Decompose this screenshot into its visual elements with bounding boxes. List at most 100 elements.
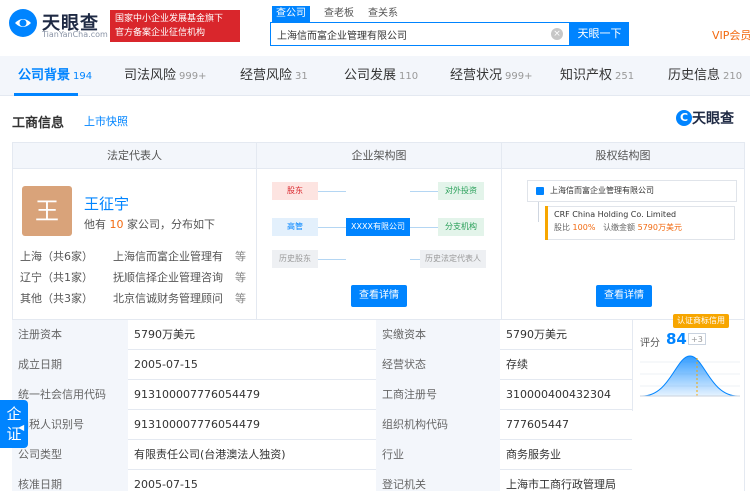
nav-tab-company-development[interactable]: 公司发展 110: [344, 56, 418, 96]
section-title: 工商信息: [12, 116, 65, 131]
score-distribution-chart: [640, 355, 740, 397]
org-connector: [318, 191, 346, 192]
org-node-branch: 分支机构: [438, 218, 484, 236]
chevron-left-icon: ◀: [18, 423, 25, 432]
legal-rep-region-row[interactable]: 上海（共6家） 上海信而富企业管理有 等: [20, 248, 246, 263]
nav-tab-label: 经营状况: [450, 68, 503, 83]
nav-tab-count: 999+: [179, 71, 207, 82]
logo-domain: TianYanCha.com: [42, 30, 108, 39]
org-connector: [410, 191, 438, 192]
vip-link[interactable]: VIP会员: [712, 27, 750, 43]
equity-shareholder-card[interactable]: CRF China Holding Co. Limited 股比 100% 认缴…: [545, 206, 735, 240]
search-button[interactable]: 天眼一下: [570, 22, 629, 46]
nav-tab-business-status[interactable]: 经营状况 999+: [450, 56, 532, 96]
field-value: 310000400432304: [506, 388, 611, 401]
legal-rep-summary-prefix: 他有: [84, 218, 106, 231]
field-value: 2005-07-15: [134, 478, 198, 491]
field-label: 注册资本: [12, 320, 128, 350]
legal-rep-region-row[interactable]: 辽宁（共1家） 抚顺信择企业管理咨询 等: [20, 269, 246, 284]
region-more: 等: [235, 292, 246, 305]
tab-search-boss[interactable]: 查老板: [320, 6, 358, 22]
brand-watermark: C 天眼查: [676, 108, 734, 128]
legal-rep-name[interactable]: 王征宇: [84, 193, 129, 214]
region-more: 等: [235, 250, 246, 263]
equity-panel-title: 股权结构图: [502, 143, 744, 169]
company-square-icon: [536, 187, 544, 195]
legal-rep-avatar: 王: [22, 186, 72, 236]
certification-banner: 国家中小企业发展基金旗下 官方备案企业征信机构: [110, 10, 240, 42]
table-row: 注册资本 5790万美元 实缴资本 5790万美元: [12, 320, 632, 350]
equity-shareholder-details: 股比 100% 认缴金额 5790万美元: [554, 222, 734, 233]
nav-tab-label: 公司发展: [344, 68, 397, 83]
field-label: 纳税人识别号: [12, 410, 128, 440]
equity-ratio-label: 股比: [554, 223, 570, 232]
org-node-center-company: XXXX有限公司: [346, 218, 410, 236]
nav-tab-operation-risk[interactable]: 经营风险 31: [240, 56, 308, 96]
brand-watermark-text: 天眼查: [692, 111, 734, 127]
field-label: 工商注册号: [376, 380, 500, 410]
banner-line-2: 官方备案企业征信机构: [115, 28, 206, 38]
search-input[interactable]: [271, 23, 551, 45]
equity-shareholder-accent: [545, 206, 548, 240]
region-company: 北京信诚财务管理顾问: [113, 292, 223, 305]
legal-rep-region-row[interactable]: 其他（共3家） 北京信诚财务管理顾问 等: [20, 290, 246, 305]
logo-eye-icon: [9, 9, 37, 37]
field-label: 经营状态: [376, 350, 500, 380]
score-tag: 认证商标信用: [673, 314, 729, 328]
field-label: 核准日期: [12, 470, 128, 491]
field-label: 行业: [376, 440, 500, 470]
company-nav: 公司背景 194 司法风险 999+ 经营风险 31 公司发展 110 经营状况 999+…: [0, 56, 750, 96]
org-chart-detail-button[interactable]: 查看详情: [351, 285, 407, 307]
field-value: 存续: [506, 358, 528, 371]
field-value: 913100007776054479: [134, 418, 260, 431]
nav-tab-count: 999+: [505, 71, 533, 82]
equity-detail-button[interactable]: 查看详情: [596, 285, 652, 307]
nav-active-indicator: [14, 93, 78, 96]
clear-icon[interactable]: ×: [551, 28, 563, 40]
legal-rep-panel-title: 法定代表人: [13, 143, 256, 169]
equity-amount-value: 5790万美元: [637, 223, 682, 232]
equity-connector: [538, 202, 539, 222]
field-value: 913100007776054479: [134, 388, 260, 401]
table-row: 纳税人识别号 913100007776054479 组织机构代码 7776054…: [12, 410, 632, 440]
org-node-executive: 高管: [272, 218, 318, 236]
org-node-shareholder: 股东: [272, 182, 318, 200]
tab-search-company[interactable]: 查公司: [272, 6, 310, 22]
legal-rep-summary-suffix: 家公司，分布如下: [127, 218, 215, 231]
tab-search-relation[interactable]: 查关系: [364, 6, 402, 22]
equity-amount-label: 认缴金额: [603, 223, 636, 232]
equity-top-company[interactable]: 上海信而富企业管理有限公司: [527, 180, 737, 202]
nav-tab-judicial-risk[interactable]: 司法风险 999+: [124, 56, 206, 96]
table-row: 核准日期 2005-07-15 登记机关 上海市工商行政管理局: [12, 470, 632, 491]
nav-tab-count: 194: [73, 71, 93, 82]
legal-rep-company-count: 10: [109, 218, 124, 231]
field-value: 5790万美元: [134, 328, 195, 341]
nav-tab-company-background[interactable]: 公司背景 194: [18, 56, 92, 96]
nav-tab-count: 31: [295, 71, 308, 82]
field-value: 2005-07-15: [134, 358, 198, 371]
field-value: 商务服务业: [506, 448, 561, 461]
field-value: 有限责任公司(台港澳法人独资): [134, 448, 286, 461]
nav-tab-label: 公司背景: [18, 68, 71, 83]
score-value: 84: [666, 330, 687, 348]
score-label: 评分: [640, 338, 660, 349]
floating-side-tag[interactable]: 企 证 ◀: [0, 400, 28, 448]
top-header: 天眼查 TianYanCha.com 国家中小企业发展基金旗下 官方备案企业征信…: [0, 0, 750, 56]
nav-tab-label: 知识产权: [560, 68, 613, 83]
equity-shareholder-name: CRF China Holding Co. Limited: [554, 210, 677, 219]
table-row: 统一社会信用代码 913100007776054479 工商注册号 310000…: [12, 380, 632, 410]
org-node-investment: 对外投资: [438, 182, 484, 200]
equity-ratio-value: 100%: [572, 223, 596, 232]
search-box: ×: [270, 22, 570, 46]
banner-line-1: 国家中小企业发展基金旗下: [115, 14, 224, 24]
listing-snapshot-link[interactable]: 上市快照: [84, 113, 128, 129]
region-company: 抚顺信择企业管理咨询: [113, 271, 223, 284]
nav-tab-label: 历史信息: [668, 68, 721, 83]
site-logo[interactable]: 天眼查 TianYanCha.com: [8, 8, 108, 40]
nav-tab-history[interactable]: 历史信息 210: [668, 56, 742, 96]
field-label: 实缴资本: [376, 320, 500, 350]
nav-tab-intellectual-property[interactable]: 知识产权 251: [560, 56, 634, 96]
equity-top-company-name: 上海信而富企业管理有限公司: [550, 186, 654, 195]
region-company: 上海信而富企业管理有: [113, 250, 223, 263]
field-label: 统一社会信用代码: [12, 380, 128, 410]
